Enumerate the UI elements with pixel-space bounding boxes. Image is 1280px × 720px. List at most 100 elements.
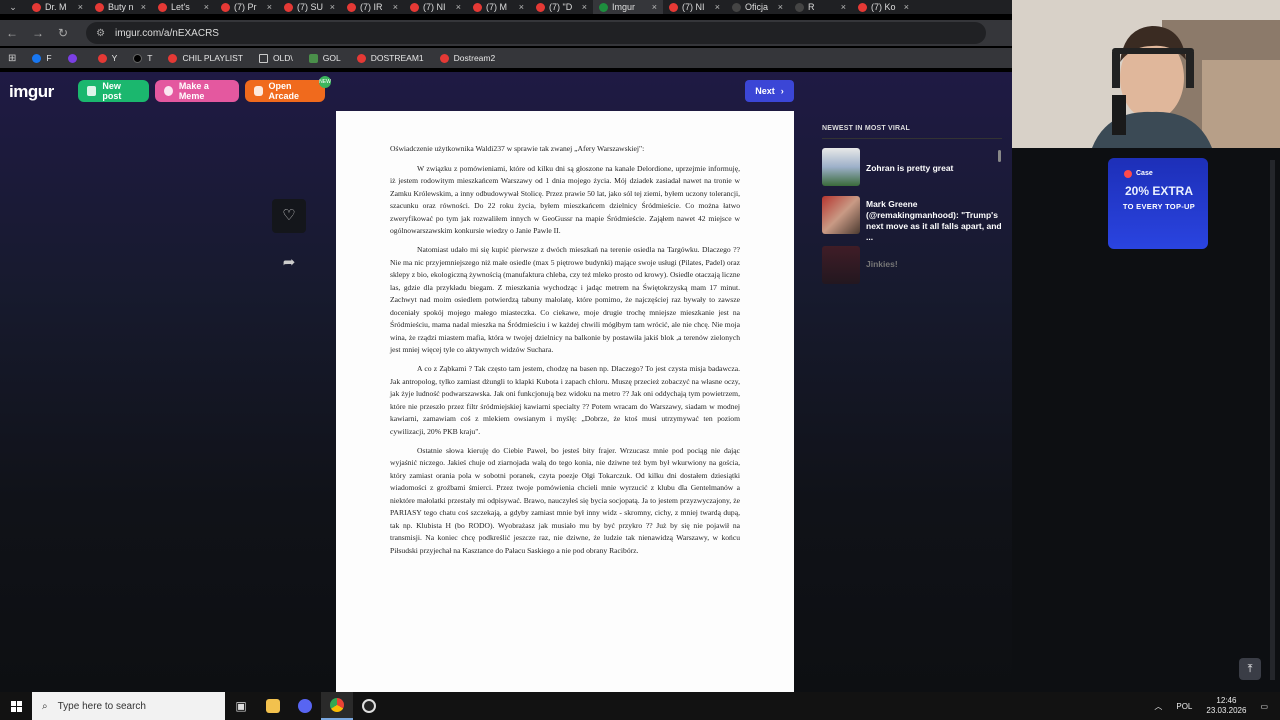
close-tab-icon[interactable]: × (204, 2, 209, 12)
new-post-button[interactable]: New post (78, 80, 149, 102)
close-tab-icon[interactable]: × (841, 2, 846, 12)
close-tab-icon[interactable]: × (652, 2, 657, 12)
next-label: Next (755, 86, 775, 96)
bookmark-item[interactable] (67, 53, 82, 63)
bookmark-label: Dostream2 (453, 53, 496, 63)
document-paragraph: Ostatnie słowa kieruję do Ciebie Paweł, … (390, 445, 740, 555)
language-indicator[interactable]: POL (1176, 702, 1192, 711)
bookmark-item[interactable]: Dostream2 (439, 53, 496, 63)
clock[interactable]: 12:46 23.03.2026 (1206, 696, 1246, 716)
tab-title: (7) NI (423, 2, 446, 12)
youtube-icon (473, 2, 482, 12)
scroll-to-top-icon[interactable]: ⤒ (1239, 658, 1261, 680)
back-icon[interactable]: ← (6, 26, 18, 40)
task-view-icon[interactable]: ▣ (225, 692, 257, 720)
imgur-logo[interactable]: imgur (9, 82, 54, 102)
clock-time: 12:46 (1216, 696, 1237, 705)
close-tab-icon[interactable]: × (904, 2, 909, 12)
browser-tab[interactable]: (7) NI × (404, 0, 467, 14)
browser-tab[interactable]: (7) Ko × (852, 0, 915, 14)
favorite-heart-icon[interactable]: ♡ (272, 199, 306, 233)
browser-tab[interactable]: (7) M × (467, 0, 530, 14)
viral-post-title: Mark Greene (@remakingmanhood): "Trump's… (866, 199, 1002, 242)
site-info-icon[interactable]: ⚙ (96, 28, 105, 39)
tab-title: Dr. M (45, 2, 67, 12)
browser-tab[interactable]: Dr. M × (26, 0, 89, 14)
browser-tab[interactable]: (7) SU × (278, 0, 341, 14)
facebook-icon (32, 53, 42, 63)
close-tab-icon[interactable]: × (393, 2, 398, 12)
apps-grid-icon[interactable]: ⊞ (8, 53, 16, 64)
address-bar[interactable]: ⚙ imgur.com/a/nEXACRS (86, 22, 987, 44)
tab-title: (7) Pr (234, 2, 257, 12)
youtube-icon (536, 2, 545, 12)
close-tab-icon[interactable]: × (582, 2, 587, 12)
tray-chevron-icon[interactable]: ︿ (1154, 701, 1162, 712)
tab-search-icon[interactable]: ⌄ (0, 2, 26, 13)
imgur-icon (599, 2, 608, 12)
viral-post-item[interactable]: Zohran is pretty great (822, 148, 1002, 186)
bookmark-item[interactable]: T (133, 53, 152, 63)
close-tab-icon[interactable]: × (141, 2, 146, 12)
obs-icon[interactable] (353, 692, 385, 720)
ad-headline: 20% EXTRA (1124, 184, 1194, 198)
close-tab-icon[interactable]: × (778, 2, 783, 12)
start-button[interactable] (0, 692, 32, 720)
taskbar-search[interactable]: ⌕ Type here to search (32, 692, 225, 720)
page-scrollbar[interactable] (1270, 160, 1275, 680)
bookmark-label: T (147, 53, 153, 63)
browser-tab[interactable]: (7) Pr × (215, 0, 278, 14)
viral-post-item[interactable]: Mark Greene (@remakingmanhood): "Trump's… (822, 196, 1002, 243)
tab-title: (7) NI (682, 2, 705, 12)
viral-thumbnail (822, 148, 860, 186)
file-explorer-icon[interactable] (257, 692, 289, 720)
close-tab-icon[interactable]: × (519, 2, 524, 12)
browser-toolbar: ← → ↻ ⚙ imgur.com/a/nEXACRS (0, 20, 1012, 46)
close-tab-icon[interactable]: × (330, 2, 335, 12)
open-arcade-button[interactable]: Open Arcade (245, 80, 325, 102)
system-tray: ︿ POL 12:46 23.03.2026 ▭ (1154, 692, 1280, 720)
browser-tab[interactable]: (7) IR × (341, 0, 404, 14)
bookmark-item[interactable]: CHIL PLAYLIST (168, 53, 243, 63)
document-paragraph: A co z Ząbkami ? Tak często tam jestem, … (390, 364, 740, 436)
bookmark-item[interactable]: F (32, 53, 52, 63)
document-paragraph: W związku z pomówieniami, które od kilku… (390, 163, 740, 236)
bookmark-item[interactable]: OLD\ (258, 53, 293, 63)
browser-tab[interactable]: Let's × (152, 0, 215, 14)
reload-icon[interactable]: ↻ (58, 26, 68, 40)
forward-icon[interactable]: → (32, 26, 44, 40)
bookmark-item[interactable]: GOL (308, 53, 341, 63)
browser-tab[interactable]: R × (789, 0, 852, 14)
browser-tab[interactable]: (7) "D × (530, 0, 593, 14)
webcam-overlay (1012, 0, 1280, 148)
document-paragraph: Natomiast udało mi się kupić pierwsze z … (390, 245, 740, 354)
next-button[interactable]: Next › (745, 80, 794, 102)
close-tab-icon[interactable]: × (456, 2, 461, 12)
viral-post-title: Zohran is pretty great (866, 163, 954, 173)
tab-title: Imgur (612, 2, 636, 12)
make-a-meme-button[interactable]: Make a Meme (155, 80, 239, 102)
document-text: Oświadczenie użytkownika Waldi237 w spra… (390, 143, 740, 564)
share-arrow-icon[interactable]: ➦ (278, 252, 300, 274)
notifications-icon[interactable]: ▭ (1260, 702, 1268, 711)
bookmark-item[interactable]: Y (97, 53, 117, 63)
tab-title: (7) IR (360, 2, 383, 12)
close-tab-icon[interactable]: × (715, 2, 720, 12)
imgur-page: imgur New post Make a Meme Open Arcade N… (0, 72, 1012, 692)
make-a-meme-label: Make a Meme (178, 81, 209, 101)
document-title: Oświadczenie użytkownika Waldi237 w spra… (390, 144, 645, 153)
browser-tab[interactable]: Imgur × (593, 0, 663, 14)
browser-tab[interactable]: Oficja × (726, 0, 789, 14)
browser-tab[interactable]: (7) NI × (663, 0, 726, 14)
discord-icon[interactable] (289, 692, 321, 720)
case-logo-icon (1124, 170, 1132, 178)
viral-post-item[interactable]: Jinkies! (822, 246, 1002, 284)
browser-tab[interactable]: Buty n × (89, 0, 152, 14)
chevron-right-icon: › (780, 86, 784, 96)
advertisement-banner[interactable]: Case 20% EXTRA TO EVERY TOP-UP (1108, 158, 1208, 249)
bookmark-label: CHIL PLAYLIST (182, 53, 243, 63)
bookmark-item[interactable]: DOSTREAM1 (356, 53, 424, 63)
chrome-icon[interactable] (321, 692, 353, 720)
close-tab-icon[interactable]: × (78, 2, 83, 12)
close-tab-icon[interactable]: × (267, 2, 272, 12)
